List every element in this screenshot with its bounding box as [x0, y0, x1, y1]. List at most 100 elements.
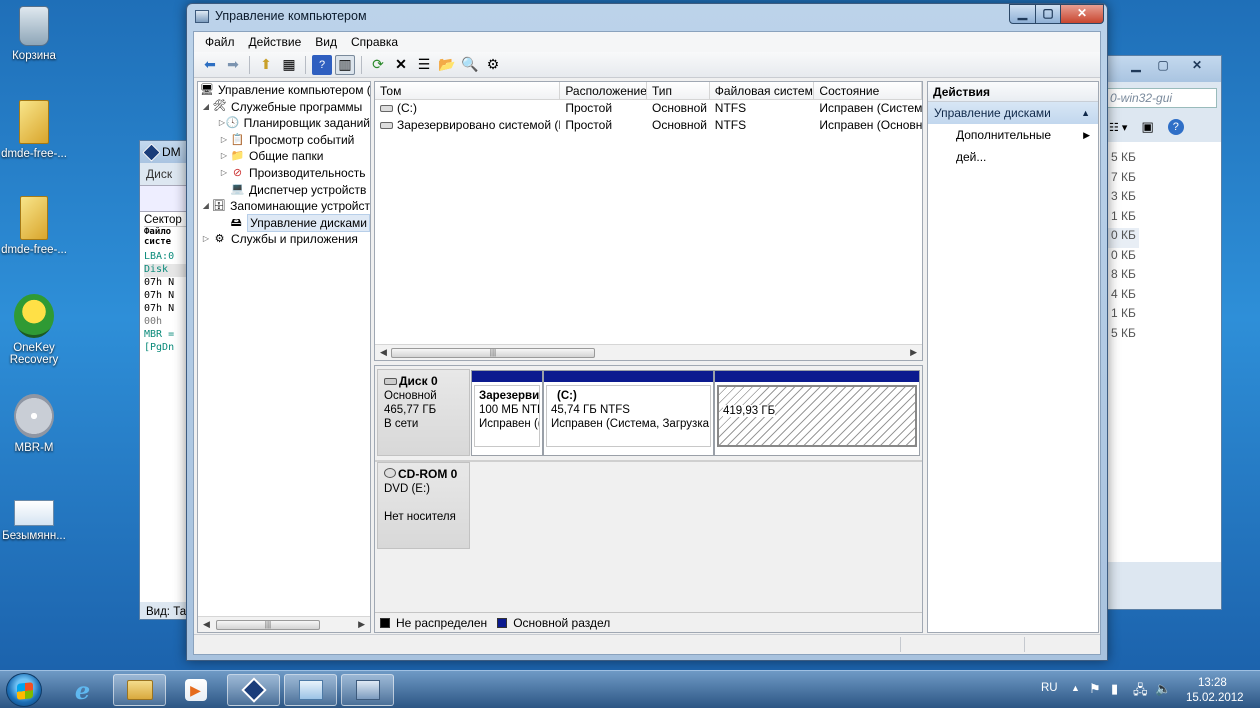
up-folder-icon[interactable]: ⬆ [256, 55, 276, 75]
expand-arrow-icon[interactable]: ▷ [218, 148, 230, 165]
table-row[interactable]: Зарезервировано системой (M:) Простой Ос… [375, 117, 922, 134]
forward-arrow-icon[interactable]: ➡ [223, 55, 243, 75]
table-row[interactable]: (C:) Простой Основной NTFS Исправен (Сис… [375, 100, 922, 117]
menu-file[interactable]: Файл [198, 35, 242, 49]
disk-settings-icon[interactable]: ⚙ [483, 55, 503, 75]
desktop-icon-dmde-1[interactable]: dmde-free-... [0, 100, 70, 160]
status-bar [194, 634, 1100, 654]
scroll-right-arrow-icon[interactable]: ▶ [358, 619, 365, 630]
menu-action[interactable]: Действие [242, 35, 309, 49]
desktop-icon-onekey[interactable]: OneKey Recovery [0, 294, 70, 366]
file-size: 1 КБ [1111, 306, 1136, 320]
tree-item-services[interactable]: ▷ ⚙ Службы и приложения [198, 231, 370, 248]
tree-item-system-tools[interactable]: ◢ 🛠 Служебные программы [198, 99, 370, 116]
desktop-icon-image[interactable]: Безымянн... [0, 486, 70, 542]
taskbar-control-panel[interactable] [284, 674, 337, 706]
taskbar-computer-management[interactable] [341, 674, 394, 706]
help-book-icon[interactable]: ? [312, 54, 332, 75]
expand-arrow-icon[interactable]: ▷ [218, 132, 230, 149]
expand-arrow-icon[interactable]: ▷ [200, 231, 212, 248]
computer-management-icon [195, 9, 209, 23]
view-options-icon[interactable]: ☷ ▾ [1109, 121, 1127, 134]
volume-list[interactable]: Том Расположение Тип Файловая система Со… [374, 81, 923, 361]
partition-unallocated[interactable]: 419,93 ГБ [714, 370, 920, 456]
expand-arrow-icon[interactable]: ▷ [218, 165, 230, 182]
clock-time[interactable]: 13:28 [1198, 677, 1227, 689]
back-arrow-icon[interactable]: ⬅ [200, 55, 220, 75]
desktop-icon-dmde-2[interactable]: dmde-free-... [0, 196, 70, 256]
search-icon[interactable]: 🔍 [460, 55, 480, 75]
image-file-icon [14, 500, 54, 526]
tree-item-event-viewer[interactable]: ▷ 📋 Просмотр событий [198, 132, 370, 149]
maximize-button[interactable]: ▢ [1152, 58, 1174, 76]
minimize-button[interactable]: ▁ [1009, 4, 1036, 24]
column-header-filesystem[interactable]: Файловая система [710, 82, 815, 99]
collapse-arrow-icon[interactable]: ▲ [1081, 102, 1090, 124]
delete-icon[interactable]: ✕ [391, 55, 411, 75]
power-icon[interactable]: ▮ [1111, 681, 1118, 697]
tree-horizontal-scrollbar[interactable]: ◀ ||| ▶ [198, 616, 370, 632]
actions-section-disk-management[interactable]: Управление дисками ▲ [928, 102, 1098, 124]
disk-0-label[interactable]: Диск 0 Основной 465,77 ГБ В сети [377, 369, 470, 456]
show-hide-tree-icon[interactable]: ▦ [279, 55, 299, 75]
menu-view[interactable]: Вид [308, 35, 344, 49]
help-icon[interactable]: ? [1167, 119, 1184, 135]
tree-item-computer-management[interactable]: 🖥 Управление компьютером (л [198, 82, 370, 99]
desktop-icon-mbr[interactable]: MBR-M [0, 394, 70, 454]
volume-icon[interactable]: 🔈 [1155, 681, 1171, 697]
network-icon[interactable]: 🖧 [1133, 681, 1148, 703]
tree-item-shared-folders[interactable]: ▷ 📁 Общие папки [198, 148, 370, 165]
minimize-button[interactable]: ▁ [1125, 58, 1147, 76]
desktop-icon-recycle-bin[interactable]: Корзина [0, 6, 70, 62]
more-actions-label: Дополнительные дей... [956, 128, 1051, 164]
control-panel-icon [298, 680, 323, 700]
scrollbar-thumb[interactable]: ||| [216, 620, 320, 630]
maximize-button[interactable]: ▢ [1035, 4, 1061, 24]
cdrom-0-label[interactable]: CD-ROM 0 DVD (E:) Нет носителя [377, 462, 470, 549]
partition-c[interactable]: (C:) 45,74 ГБ NTFS Исправен (Система, За… [543, 370, 714, 456]
taskbar-explorer[interactable] [113, 674, 166, 706]
tree-item-performance[interactable]: ▷ ⊘ Производительность [198, 165, 370, 182]
scroll-left-arrow-icon[interactable]: ◀ [203, 619, 210, 630]
tree-item-storage[interactable]: ◢ 🗄 Запоминающие устройст [198, 198, 370, 215]
show-action-pane-icon[interactable]: ▥ [335, 54, 355, 75]
clock-date[interactable]: 15.02.2012 [1186, 692, 1244, 704]
column-header-status[interactable]: Состояние [814, 82, 922, 99]
menu-help[interactable]: Справка [344, 35, 405, 49]
partition-reserved[interactable]: Зарезерви 100 МБ NTF Исправен (( [471, 370, 543, 456]
explorer-window[interactable]: ▁ ▢ ✕ 0-win32-gui ☷ ▾ ▣ ? 5 КБ 7 КБ 3 КБ… [1098, 55, 1222, 610]
refresh-icon[interactable]: ⟳ [368, 55, 388, 75]
event-viewer-icon: 📋 [230, 133, 245, 146]
start-button[interactable] [6, 673, 42, 707]
preview-pane-icon[interactable]: ▣ [1141, 119, 1153, 135]
tree-item-device-manager[interactable]: 💻 Диспетчер устройств [198, 182, 370, 199]
taskbar-media-player[interactable]: ▶ [169, 674, 222, 706]
expand-arrow-icon[interactable]: ◢ [200, 198, 212, 215]
volume-list-horizontal-scrollbar[interactable]: ◀ ||| ▶ [375, 344, 922, 360]
console-tree[interactable]: 🖥 Управление компьютером (л ◢ 🛠 Служебные… [197, 81, 371, 633]
expand-arrow-icon[interactable]: ▷ [218, 115, 226, 132]
close-button[interactable]: ✕ [1179, 58, 1215, 76]
language-indicator[interactable]: RU [1041, 682, 1058, 694]
scrollbar-thumb[interactable]: ||| [391, 348, 595, 358]
action-center-flag-icon[interactable]: ⚑ [1089, 681, 1101, 697]
search-input[interactable]: 0-win32-gui [1099, 88, 1217, 108]
column-header-type[interactable]: Тип [647, 82, 710, 99]
disk-map[interactable]: Диск 0 Основной 465,77 ГБ В сети Зарезер… [374, 365, 923, 633]
column-header-layout[interactable]: Расположение [560, 82, 647, 99]
tree-item-task-scheduler[interactable]: ▷ 🕓 Планировщик заданий [198, 115, 370, 132]
onekey-recovery-icon [14, 294, 54, 338]
scroll-left-arrow-icon[interactable]: ◀ [380, 347, 387, 358]
taskbar-ie[interactable]: e [56, 674, 109, 706]
properties-icon[interactable]: ☰ [414, 55, 434, 75]
tree-item-disk-management[interactable]: 🖴 Управление дисками [198, 213, 370, 233]
show-hidden-icons-icon[interactable]: ▲ [1071, 683, 1080, 693]
more-actions-item[interactable]: Дополнительные дей... ▶ [928, 124, 1098, 164]
taskbar-dmde[interactable] [227, 674, 280, 706]
open-folder-icon[interactable]: 📂 [437, 55, 457, 75]
close-button[interactable]: ✕ [1060, 4, 1104, 24]
expand-arrow-icon[interactable]: ◢ [200, 99, 212, 116]
computer-management-window[interactable]: Управление компьютером ▁ ▢ ✕ Файл Действ… [186, 3, 1108, 661]
column-header-volume[interactable]: Том [375, 82, 561, 99]
scroll-right-arrow-icon[interactable]: ▶ [910, 347, 917, 358]
